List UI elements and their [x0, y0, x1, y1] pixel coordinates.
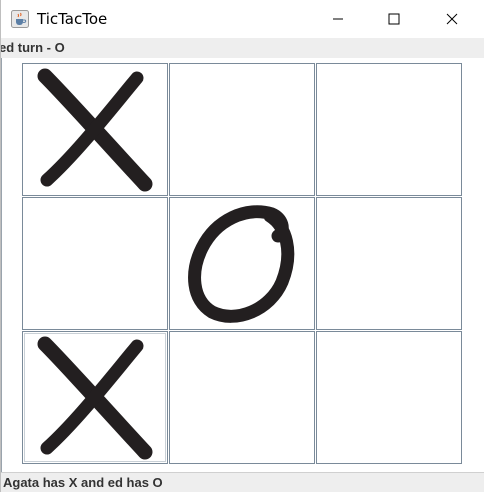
game-board-grid — [22, 63, 462, 465]
title-bar[interactable]: TicTacToe — [1, 0, 484, 38]
board-cell[interactable] — [22, 331, 168, 464]
turn-status-label: ed turn - O — [1, 38, 484, 58]
turn-status-text: ed turn - O — [1, 40, 65, 55]
board-cell[interactable] — [316, 63, 462, 196]
board-cell[interactable] — [22, 63, 168, 196]
java-cup-icon — [11, 10, 29, 28]
board-cell[interactable] — [316, 331, 462, 464]
close-icon — [446, 13, 458, 25]
x-mark-icon — [37, 68, 153, 191]
minimize-icon — [333, 18, 343, 20]
players-status-text: Agata has X and ed has O — [3, 475, 163, 490]
window-title: TicTacToe — [37, 10, 108, 28]
o-mark-icon — [188, 204, 295, 323]
close-button[interactable] — [429, 0, 475, 38]
minimize-button[interactable] — [315, 0, 361, 38]
maximize-button[interactable] — [371, 0, 417, 38]
board-cell[interactable] — [316, 197, 462, 330]
game-board-panel — [1, 58, 484, 472]
board-cell[interactable] — [169, 63, 315, 196]
tictactoe-window: TicTacToe ed turn - O Agata has X and ed… — [0, 0, 484, 492]
maximize-icon — [388, 13, 400, 25]
board-cell[interactable] — [169, 197, 315, 330]
board-cell[interactable] — [22, 197, 168, 330]
players-status-label: Agata has X and ed has O — [1, 472, 484, 492]
board-cell[interactable] — [169, 331, 315, 464]
x-mark-icon — [37, 336, 153, 459]
